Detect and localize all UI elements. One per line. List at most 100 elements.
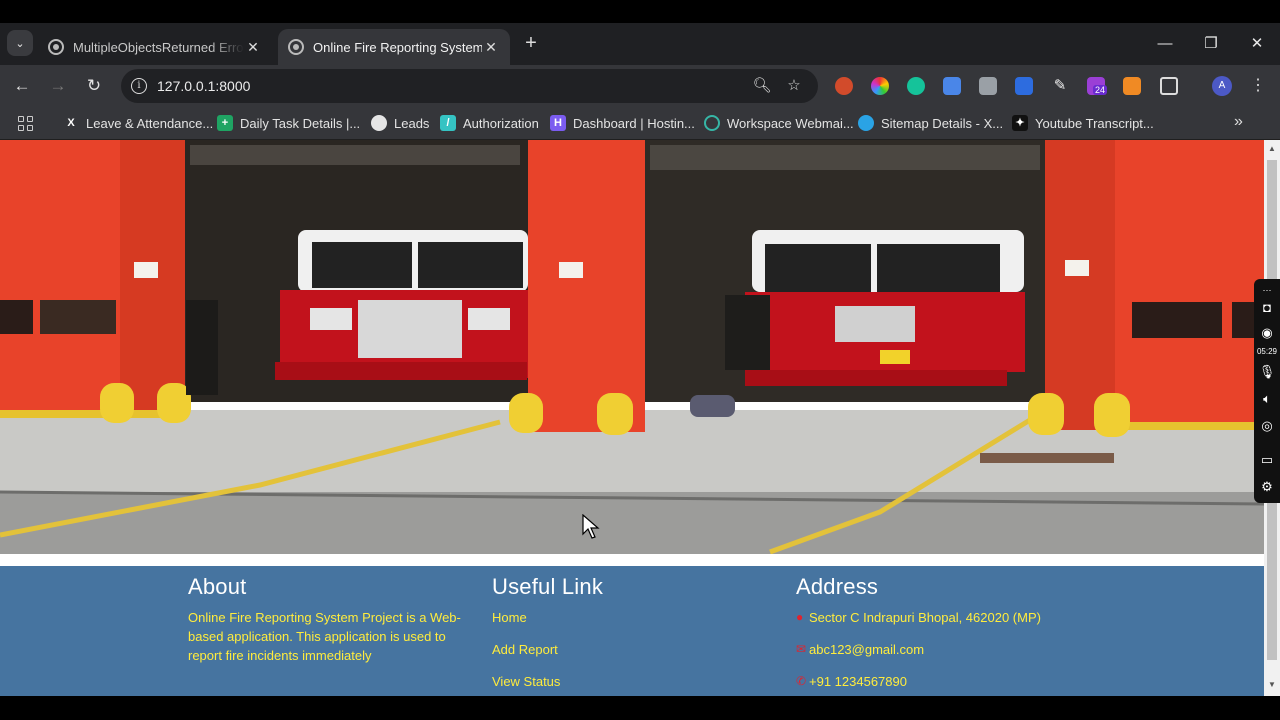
tab-title: Online Fire Reporting System (313, 39, 482, 55)
webmail-icon (704, 115, 720, 131)
bookmark-label: Leave & Attendance... (86, 115, 214, 131)
extensions-puzzle-icon[interactable] (1160, 77, 1178, 95)
color-picker-extension-icon[interactable] (871, 77, 889, 95)
bookmark-label: Sitemap Details - X... (881, 115, 1004, 131)
footer-address-phone: ✆ +91 1234567890 (796, 672, 1096, 696)
footer-address-email: ✉ abc123@gmail.com (796, 640, 1096, 672)
tab-close-icon[interactable]: ✕ (482, 39, 500, 56)
scroll-down-arrow-icon[interactable]: ▼ (1267, 680, 1277, 689)
bookmark-youtube-transcript[interactable]: ✦ Youtube Transcript... (1012, 114, 1154, 132)
back-arrow-icon[interactable]: ← (9, 73, 35, 99)
screen-recorder-extension-icon[interactable] (1015, 77, 1033, 95)
bookmark-leave-attendance[interactable]: X Leave & Attendance... (63, 114, 213, 132)
recorder-side-panel: ⋯ ◘ ◉ 05:29 🎙︎ 🔈︎ ◎ ▭ ⚙ (1254, 279, 1280, 503)
extension-badge-icon[interactable]: 24 (1087, 77, 1108, 95)
microphone-icon[interactable]: 🎙︎ (1258, 363, 1276, 381)
footer-address-section: Address ● Sector C Indrapuri Bhopal, 462… (796, 574, 1096, 696)
seo-extension-icon[interactable] (835, 77, 853, 95)
hero-fire-station-image (0, 140, 1264, 554)
tab-favicon-icon (48, 39, 64, 55)
bookmark-sitemap[interactable]: Sitemap Details - X... (858, 114, 1003, 132)
transcript-icon: ✦ (1012, 115, 1028, 131)
bookmark-dashboard[interactable]: H Dashboard | Hostin... (550, 114, 695, 132)
tab-strip: ⌄ MultipleObjectsReturned Error / ✕ Onli… (0, 23, 1280, 65)
settings-gear-icon[interactable]: ⚙ (1258, 478, 1276, 496)
panel-options-icon[interactable]: ⋯ (1258, 281, 1276, 299)
address-email-text[interactable]: abc123@gmail.com (809, 640, 924, 659)
bookmark-leads[interactable]: Leads (371, 114, 429, 132)
leads-icon (371, 115, 387, 131)
footer-links-heading: Useful Link (492, 574, 604, 599)
address-url[interactable]: 127.0.0.1:8000 (157, 78, 250, 94)
address-phone-text[interactable]: +91 1234567890 (809, 672, 907, 691)
footer-link-add-report[interactable]: Add Report (492, 640, 732, 672)
recorder-timer: 05:29 (1256, 347, 1278, 356)
speaker-icon[interactable]: 🔈︎ (1258, 390, 1276, 408)
bookmark-webmail[interactable]: Workspace Webmai... (704, 114, 854, 132)
address-bar[interactable]: i 127.0.0.1:8000 🔍︎ ☆ (121, 69, 818, 103)
page-viewport: About Online Fire Reporting System Proje… (0, 140, 1264, 696)
tab-close-icon[interactable]: ✕ (244, 39, 262, 56)
profile-avatar[interactable]: A (1212, 76, 1232, 96)
site-footer: About Online Fire Reporting System Proje… (0, 566, 1264, 696)
bookmarks-overflow-icon[interactable]: » (1234, 113, 1243, 131)
tab-favicon-icon (288, 39, 304, 55)
grammarly-icon[interactable] (907, 77, 925, 95)
hostinger-icon: H (550, 115, 566, 131)
mouse-cursor-icon (582, 514, 600, 539)
bookmark-star-icon[interactable]: ☆ (783, 75, 805, 97)
screen-bottom-bar (0, 696, 1280, 720)
zoom-icon[interactable]: 🔍︎ (751, 75, 773, 97)
bookmark-daily-task[interactable]: + Daily Task Details |... (217, 114, 360, 132)
address-location-text: Sector C Indrapuri Bhopal, 462020 (MP) (809, 610, 1041, 625)
minimize-icon[interactable]: — (1142, 31, 1188, 57)
footer-link-home[interactable]: Home (492, 608, 732, 640)
footer-address-heading: Address (796, 574, 879, 599)
webcam-icon[interactable]: ◎ (1258, 417, 1276, 435)
new-tab-icon[interactable]: + (520, 32, 542, 54)
forward-arrow-icon[interactable]: → (45, 73, 71, 99)
sitemap-icon (858, 115, 874, 131)
tab-active[interactable]: Online Fire Reporting System ✕ (278, 29, 510, 65)
browser-toolbar: ← → ↻ i 127.0.0.1:8000 🔍︎ ☆ ✎ 24 A ⋮ (0, 65, 1280, 106)
site-info-icon[interactable]: i (131, 78, 147, 94)
scroll-up-arrow-icon[interactable]: ▲ (1267, 144, 1277, 153)
bookmark-authorization[interactable]: / Authorization (440, 114, 539, 132)
bookmark-label: Daily Task Details |... (240, 115, 361, 131)
bookmark-label: Authorization (463, 115, 539, 131)
phone-icon: ✆ (796, 674, 807, 688)
footer-link-view-status[interactable]: View Status (492, 672, 732, 696)
footer-about-heading: About (188, 574, 247, 599)
reload-icon[interactable]: ↻ (81, 73, 107, 99)
translate-extension-icon[interactable] (943, 77, 961, 95)
sheets-icon: + (217, 115, 233, 131)
bookmark-label: Workspace Webmai... (727, 115, 854, 131)
envelope-icon: ✉ (796, 642, 807, 656)
extension-badge-count: 24 (1093, 85, 1108, 95)
tab-title: MultipleObjectsReturned Error / (73, 39, 244, 55)
more-menu-icon[interactable]: ⋮ (1248, 73, 1268, 99)
screen-top-bar (0, 0, 1280, 23)
footer-about-section: About Online Fire Reporting System Proje… (188, 574, 468, 665)
camera-icon[interactable]: ◘ (1258, 299, 1276, 317)
close-window-icon[interactable]: ✕ (1234, 31, 1280, 57)
x-icon: X (67, 117, 75, 129)
bookmark-label: Youtube Transcript... (1035, 115, 1154, 131)
fire-station-illustration (0, 140, 1264, 554)
screenshot-extension-icon[interactable] (979, 77, 997, 95)
tab-search-button[interactable]: ⌄ (7, 30, 33, 56)
screen-window-icon[interactable]: ▭ (1258, 451, 1276, 469)
metamask-icon[interactable] (1123, 77, 1141, 95)
bookmark-label: Leads (394, 115, 430, 131)
apps-grid-icon[interactable] (18, 116, 33, 131)
auth-icon: / (440, 115, 456, 131)
tab-inactive[interactable]: MultipleObjectsReturned Error / ✕ (38, 29, 272, 65)
footer-address-location: ● Sector C Indrapuri Bhopal, 462020 (MP) (796, 608, 1096, 640)
eyedropper-icon[interactable]: ✎ (1051, 77, 1069, 95)
location-pin-icon: ● (796, 610, 804, 624)
record-icon[interactable]: ◉ (1258, 324, 1276, 342)
bookmark-label: Dashboard | Hostin... (573, 115, 695, 131)
footer-about-text: Online Fire Reporting System Project is … (188, 610, 461, 663)
restore-icon[interactable]: ❐ (1188, 31, 1234, 57)
footer-useful-links-section: Useful Link Home Add Report View Status (492, 574, 732, 696)
